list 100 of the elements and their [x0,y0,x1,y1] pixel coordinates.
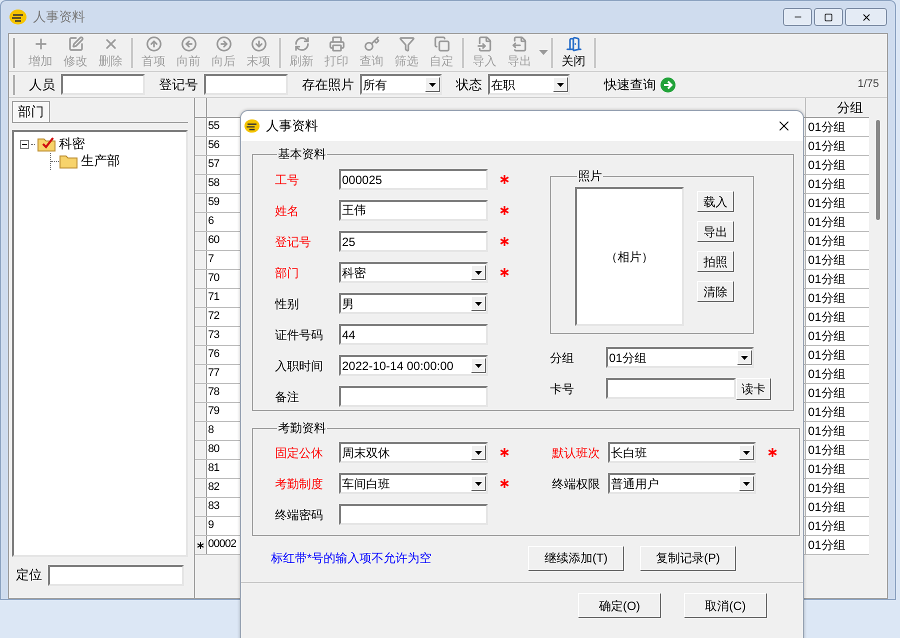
dropdown-field[interactable]: 01分组 [606,347,754,368]
asterisk-icon [197,542,204,548]
input-field[interactable]: 25 [339,231,488,252]
dialog-button[interactable]: 取消(C) [684,593,767,618]
dropdown-field[interactable]: 普通用户 [608,473,756,494]
dropdown-field[interactable]: 周末双休 [339,442,488,463]
field-label: 分组 [550,350,575,366]
photo-field[interactable]: （相片） [575,187,684,326]
collapse-icon[interactable] [20,140,29,148]
field-label: 工号 [275,172,300,188]
filter-label: 人员 [29,76,55,94]
read-card-button[interactable]: 读卡 [736,378,771,400]
photo-button[interactable]: 导出 [697,221,734,242]
group-title: 基本资料 [277,146,327,163]
field-label: 证件号码 [275,326,324,344]
table-cell-text: 82 [207,480,220,495]
table-cell-text: 77 [207,366,220,381]
dropdown-arrow-icon [743,450,750,454]
row-indicator[interactable] [195,536,207,554]
photo-button[interactable]: 拍照 [697,251,734,272]
door-icon [566,36,582,52]
input-field[interactable]: 44 [339,324,488,345]
field-label: 备注 [275,388,300,406]
field-label: 入职时间 [275,358,324,374]
field-label: 姓名 [275,202,300,220]
filter-label: 状态 [456,76,482,94]
table-cell-text: 9 [207,518,215,533]
dropdown-field[interactable]: 所有 [360,74,442,95]
dropdown-field[interactable]: 长白班 [608,442,756,463]
field-label: 登记号 [275,234,312,250]
required-icon [500,175,509,184]
maximize-button[interactable] [814,8,843,26]
funnel-icon [398,36,414,52]
close-button[interactable] [845,8,887,26]
action-button[interactable]: 复制记录(P) [640,546,736,570]
quick-search-link[interactable]: 快速查询 [604,74,656,94]
input-field[interactable] [48,564,184,586]
filter-label: 登记号 [159,76,198,94]
required-icon [500,448,509,457]
dialog-button[interactable]: 确定(O) [578,593,661,618]
dropdown-field[interactable]: 车间白班 [339,473,488,494]
dropdown-field[interactable]: 2022-10-14 00:00:00 [339,355,488,376]
dropdown-arrow-icon [475,450,482,454]
group-title: 考勤资料 [277,420,327,437]
dropdown-field[interactable]: 男 [339,293,488,314]
dropdown-arrow-icon [557,82,564,86]
table-cell-text: 83 [207,499,220,514]
dropdown-arrow-icon [743,482,750,486]
import-icon [476,36,492,52]
field-label: 性别 [275,296,300,312]
input-field[interactable] [606,378,736,399]
table-cell-text: 71 [207,290,220,305]
dropdown-arrow-icon [741,356,748,360]
action-button[interactable]: 继续添加(T) [528,546,624,570]
dropdown-field[interactable]: 在职 [488,74,570,95]
logo-icon [244,118,260,134]
record-count: 1/75 [858,77,879,92]
input-field[interactable]: 000025 [339,169,488,190]
dropdown-arrow-icon [475,302,482,306]
filter-label: 存在照片 [302,76,354,94]
field-label: 固定公休 [275,444,324,462]
printer-icon [328,36,344,52]
table-cell-text: 73 [207,328,220,343]
required-icon [500,206,509,215]
tree-item[interactable]: 科密 [59,134,85,154]
table-cell-text: 55 [207,119,220,134]
table-cell-text: 7 [207,252,215,267]
table-cell-text: 58 [207,176,220,191]
table-cell-text: 8 [207,423,215,438]
close-icon [860,12,872,22]
photo-button[interactable]: 清除 [697,281,734,302]
tree-item[interactable]: 生产部 [81,151,120,171]
required-icon [500,237,509,246]
required-icon [500,268,509,277]
field-label: 卡号 [550,380,575,398]
table-cell-text: 76 [207,347,220,362]
field-label: 终端密码 [275,506,324,524]
dropdown-arrow-icon [475,364,482,368]
department-tab[interactable]: 部门 [12,101,50,122]
table-cell-text: 59 [207,195,220,210]
input-field[interactable] [61,74,145,95]
required-icon [768,448,777,457]
window-title: 人事资料 [33,8,86,26]
table-cell-text: 56 [207,138,220,153]
field-label: 部门 [275,264,300,282]
dropdown-arrow-icon [475,482,482,486]
field-label: 考勤制度 [275,476,324,492]
table-cell-text: 60 [207,233,220,248]
input-field[interactable]: 王伟 [339,200,488,221]
dropdown-field[interactable]: 科密 [339,262,488,283]
field-label: 终端权限 [552,476,601,492]
logo-icon [9,9,27,25]
input-field[interactable] [339,386,488,407]
input-field[interactable] [339,504,488,525]
photo-button[interactable]: 载入 [697,191,734,212]
field-label: 默认班次 [552,444,601,462]
input-field[interactable] [204,74,288,95]
table-cell-text: 70 [207,271,220,286]
table-cell-text: 6 [207,214,215,229]
toolbar-button[interactable]: 关闭 [556,34,591,70]
